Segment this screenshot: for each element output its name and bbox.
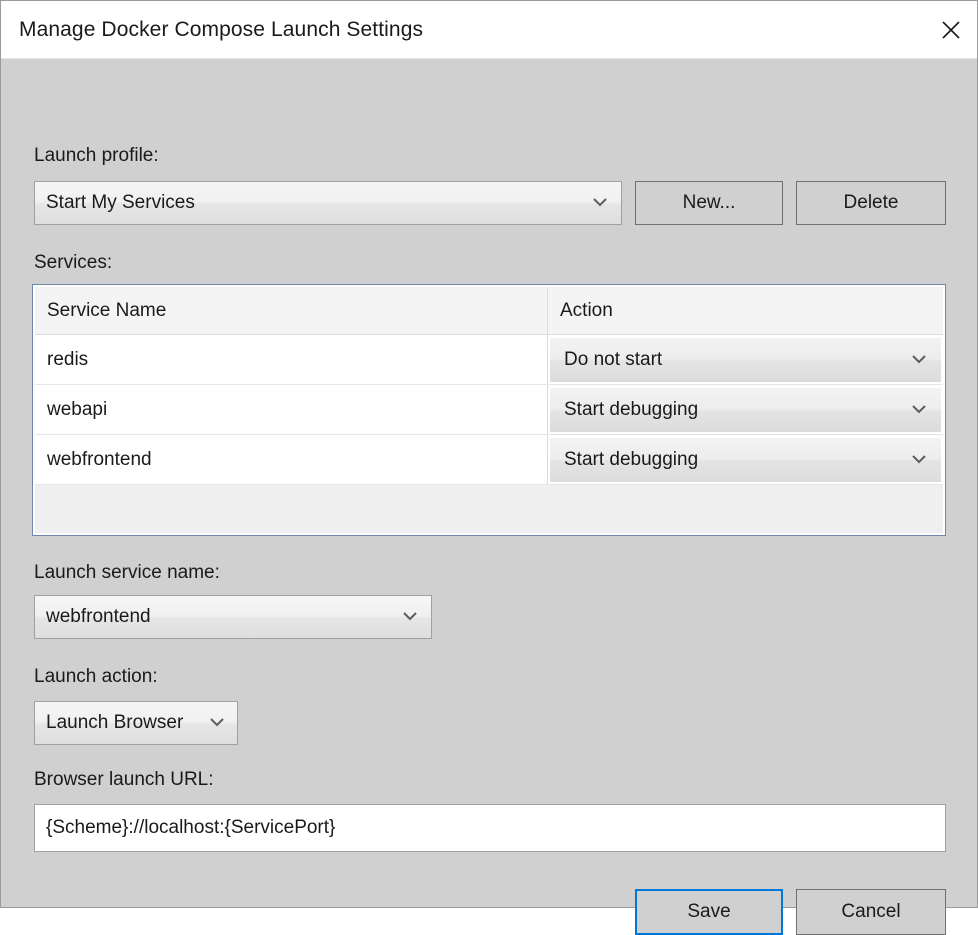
service-action-value: Start debugging	[564, 398, 699, 420]
window-title: Manage Docker Compose Launch Settings	[19, 17, 424, 41]
browser-launch-url-label: Browser launch URL:	[34, 769, 214, 790]
service-action-cell: Do not start	[547, 335, 943, 384]
title-bar: Manage Docker Compose Launch Settings	[1, 1, 977, 59]
service-action-value: Start debugging	[564, 448, 699, 470]
service-action-value: Do not start	[564, 348, 663, 370]
column-header-action[interactable]: Action	[547, 287, 943, 334]
launch-action-combobox[interactable]: Launch Browser	[34, 701, 239, 745]
services-grid-empty-area	[35, 485, 943, 533]
chevron-down-icon	[911, 451, 927, 469]
new-profile-button[interactable]: New...	[635, 181, 783, 225]
table-row[interactable]: webfrontend Start debugging	[35, 435, 943, 485]
launch-action-label: Launch action:	[34, 666, 158, 687]
service-action-cell: Start debugging	[547, 385, 943, 434]
browser-launch-url-input[interactable]: {Scheme}://localhost:{ServicePort}	[34, 804, 946, 852]
service-name-cell: redis	[47, 348, 89, 370]
table-row[interactable]: redis Do not start	[35, 335, 943, 385]
dialog-body: Launch profile: Start My Services New...…	[1, 59, 977, 935]
services-grid-inner: Service Name Action redis Do not start w…	[35, 287, 943, 533]
launch-service-name-value: webfrontend	[46, 606, 151, 627]
launch-service-name-label: Launch service name:	[34, 562, 220, 583]
table-row[interactable]: webapi Start debugging	[35, 385, 943, 435]
chevron-down-icon	[911, 401, 927, 419]
service-action-combobox[interactable]: Do not start	[550, 337, 941, 382]
save-button[interactable]: Save	[635, 889, 783, 935]
service-name-cell: webfrontend	[47, 448, 152, 470]
column-header-service-name[interactable]: Service Name	[35, 287, 547, 334]
launch-profile-label: Launch profile:	[34, 145, 159, 166]
services-label: Services:	[34, 252, 113, 273]
launch-action-value: Launch Browser	[46, 712, 184, 733]
chevron-down-icon	[402, 608, 418, 626]
delete-profile-button[interactable]: Delete	[796, 181, 946, 225]
manage-docker-compose-launch-settings-dialog: Manage Docker Compose Launch Settings La…	[0, 0, 978, 935]
chevron-down-icon	[911, 351, 927, 369]
service-action-combobox[interactable]: Start debugging	[550, 437, 941, 482]
launch-profile-combobox[interactable]: Start My Services	[34, 181, 622, 225]
service-action-cell: Start debugging	[547, 435, 943, 484]
service-name-cell: webapi	[47, 398, 108, 420]
launch-service-name-combobox[interactable]: webfrontend	[34, 595, 432, 639]
launch-profile-value: Start My Services	[46, 192, 195, 213]
chevron-down-icon	[209, 714, 225, 732]
close-icon	[940, 19, 962, 41]
service-action-combobox[interactable]: Start debugging	[550, 387, 941, 432]
close-button[interactable]	[925, 2, 977, 58]
services-grid[interactable]: Service Name Action redis Do not start w…	[32, 284, 946, 536]
cancel-button[interactable]: Cancel	[796, 889, 946, 935]
chevron-down-icon	[592, 194, 608, 212]
services-grid-header: Service Name Action	[35, 287, 943, 335]
